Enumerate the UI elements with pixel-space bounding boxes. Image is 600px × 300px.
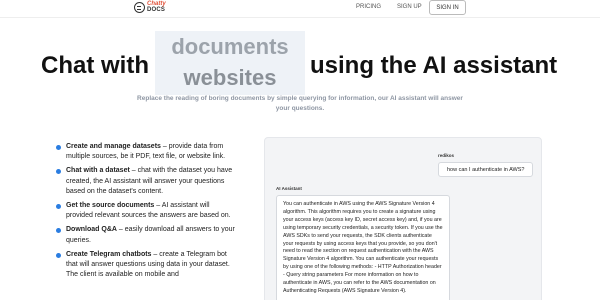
feature-title: Chat with a dataset <box>66 167 130 175</box>
feature-list: Create and manage datasets – provide dat… <box>56 142 236 284</box>
feature-item: Get the source documents – AI assistant … <box>56 201 236 221</box>
bullet-dot-icon <box>56 169 61 175</box>
rotating-word-box: documents websites <box>155 31 305 95</box>
chat-bubble-icon <box>134 1 145 13</box>
ai-name-label: AI Assistant <box>276 186 302 191</box>
hero-title-left: Chat with <box>41 52 149 79</box>
hero-title-right: using the AI assistant <box>310 52 558 79</box>
feature-item: Create and manage datasets – provide dat… <box>56 142 236 162</box>
nav-divider <box>0 17 600 18</box>
feature-title: Get the source documents <box>66 202 155 210</box>
bullet-dot-icon <box>56 252 61 258</box>
nav-pricing-link[interactable]: PRICING <box>356 4 381 10</box>
feature-item: Create Telegram chatbots – create a Tele… <box>56 250 236 281</box>
feature-item: Chat with a dataset – chat with the data… <box>56 166 236 197</box>
sign-in-button[interactable]: SIGN IN <box>429 0 466 15</box>
nav-signup-link[interactable]: SIGN UP <box>397 4 422 10</box>
top-nav: Chatty DOCS PRICING SIGN UP SIGN IN <box>0 0 600 16</box>
feature-item: Download Q&A – easily download all answe… <box>56 225 236 245</box>
user-message-bubble: how can I authenticate in AWS? <box>438 162 533 177</box>
feature-title: Create and manage datasets <box>66 143 161 150</box>
bullet-dot-icon <box>56 228 61 234</box>
hero-subtitle: Replace the reading of boring documents … <box>137 95 463 112</box>
feature-title: Download Q&A <box>66 226 117 234</box>
logo-text-bottom: DOCS <box>147 7 166 13</box>
feature-title: Create Telegram chatbots <box>66 250 152 258</box>
ai-message-bubble: You can authenticate in AWS using the AW… <box>276 195 450 300</box>
bullet-dot-icon <box>56 204 61 210</box>
rotating-word-websites: websites <box>183 65 277 90</box>
chat-demo-panel: redikos how can I authenticate in AWS? A… <box>264 137 542 300</box>
rotating-word-documents: documents <box>171 34 289 59</box>
logo[interactable]: Chatty DOCS <box>134 1 166 13</box>
user-name-label: redikos <box>438 153 455 158</box>
bullet-dot-icon <box>56 145 61 150</box>
